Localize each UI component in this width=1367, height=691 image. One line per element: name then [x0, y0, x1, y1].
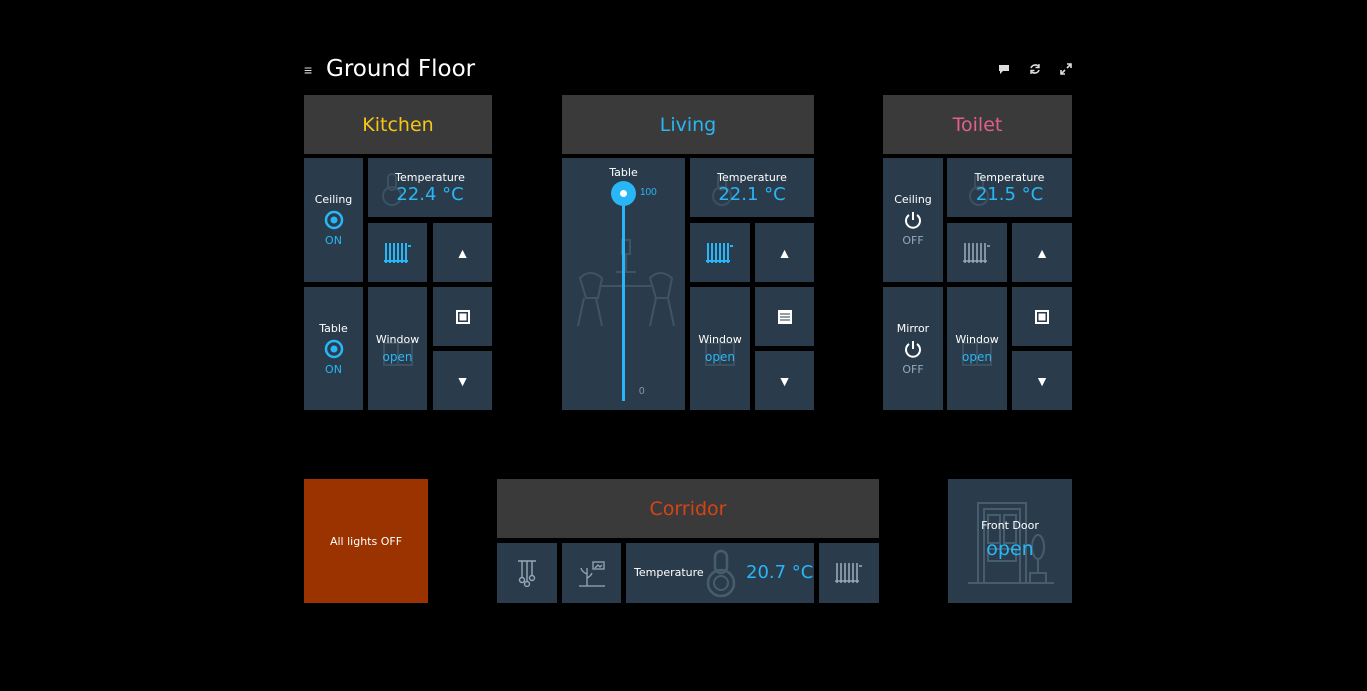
kitchen-temperature-label: Temperature	[395, 170, 465, 184]
thermometer-icon	[706, 549, 736, 598]
radiator-icon	[383, 242, 411, 263]
front-door-tile: Front Door open	[948, 479, 1072, 603]
front-door-state: open	[986, 538, 1034, 560]
arrow-up-icon: ▲	[455, 244, 470, 261]
stop-square-icon	[1035, 309, 1049, 324]
arrow-down-icon: ▼	[1035, 372, 1049, 389]
living-temperature-label: Temperature	[717, 170, 787, 184]
kitchen-blinds-down-button[interactable]: ▼	[433, 351, 492, 410]
arrow-down-icon: ▼	[455, 372, 470, 389]
toilet-temperature-value: 21.5 °C	[975, 183, 1044, 205]
toilet-title: Toilet	[952, 113, 1003, 136]
kitchen-table-label: Table	[319, 321, 348, 335]
arrow-up-icon: ▲	[777, 244, 792, 261]
kitchen-heating[interactable]	[368, 223, 427, 282]
toilet-mirror-state: OFF	[902, 362, 924, 376]
kitchen-temperature: Temperature 22.4 °C	[368, 158, 492, 217]
slider-min-label: 0	[639, 386, 645, 397]
corridor-temperature-value: 20.7 °C	[746, 562, 814, 583]
kitchen-header: Kitchen	[304, 95, 492, 154]
toilet-blinds-down-button[interactable]: ▼	[1012, 351, 1072, 410]
corridor-pendant-light[interactable]	[497, 543, 557, 603]
kitchen-temperature-value: 22.4 °C	[396, 183, 464, 205]
radiator-icon	[835, 563, 862, 583]
corridor-temperature-label: Temperature	[634, 566, 704, 579]
corridor-header: Corridor	[497, 479, 879, 538]
fullscreen-icon[interactable]	[1059, 62, 1073, 76]
slider-handle[interactable]	[611, 181, 636, 206]
kitchen-window-state: open	[382, 350, 413, 364]
plant-picture-icon	[578, 561, 605, 587]
toilet-window: Window open	[947, 287, 1007, 410]
radiator-icon	[963, 242, 990, 263]
corridor-temperature: Temperature 20.7 °C	[626, 543, 814, 603]
refresh-icon[interactable]	[1028, 62, 1042, 76]
all-lights-off-button[interactable]: All lights OFF	[304, 479, 428, 603]
toilet-heating[interactable]	[947, 223, 1007, 282]
toilet-ceiling-label: Ceiling	[894, 193, 932, 206]
living-table-label: Table	[609, 166, 638, 179]
power-icon	[905, 340, 921, 358]
slider-max-label: 100	[640, 187, 657, 198]
living-blinds-down-button[interactable]: ▼	[755, 351, 814, 410]
toilet-header: Toilet	[883, 95, 1072, 154]
kitchen-table-state: ON	[325, 362, 342, 376]
toilet-window-state: open	[962, 350, 992, 364]
toilet-temperature-label: Temperature	[974, 170, 1045, 184]
living-header: Living	[562, 95, 814, 154]
lightbulb-on-icon	[324, 210, 343, 230]
kitchen-table-light[interactable]: Table ON	[304, 287, 363, 410]
kitchen-ceiling-label: Ceiling	[314, 193, 353, 206]
toilet-mirror-label: Mirror	[896, 321, 930, 335]
radiator-icon	[706, 242, 733, 263]
arrow-down-icon: ▼	[777, 372, 792, 389]
kitchen-window-label: Window	[375, 333, 420, 346]
living-window: Window open	[690, 287, 750, 410]
living-temperature: Temperature 22.1 °C	[690, 158, 814, 217]
kitchen-blinds-stop-button[interactable]	[433, 287, 492, 346]
kitchen-title: Kitchen	[362, 113, 434, 136]
toilet-blinds-up-button[interactable]: ▲	[1012, 223, 1072, 282]
corridor-wall-light[interactable]	[562, 543, 621, 603]
living-temperature-value: 22.1 °C	[718, 183, 786, 205]
page-title: Ground Floor	[326, 56, 476, 82]
dining-table-icon	[577, 239, 675, 327]
lightbulb-on-icon	[324, 339, 343, 358]
toilet-temperature: Temperature 21.5 °C	[947, 158, 1072, 217]
living-table-dimmer[interactable]: Table 100 0	[562, 158, 685, 410]
living-heating[interactable]	[690, 223, 750, 282]
living-window-label: Window	[698, 333, 742, 346]
toilet-blinds-stop-button[interactable]	[1012, 287, 1072, 346]
corridor-title: Corridor	[649, 497, 727, 520]
corridor-heating[interactable]	[819, 543, 879, 603]
front-door-label: Front Door	[981, 519, 1039, 532]
kitchen-ceiling-light[interactable]: Ceiling ON	[304, 158, 363, 282]
kitchen-window: Window open	[368, 287, 427, 410]
living-window-state: open	[705, 350, 735, 364]
kitchen-blinds-up-button[interactable]: ▲	[433, 223, 492, 282]
chat-icon[interactable]	[997, 62, 1011, 76]
kitchen-ceiling-state: ON	[325, 234, 342, 247]
pendant-lamp-icon	[518, 560, 536, 587]
stop-square-icon	[455, 309, 470, 324]
slider-track[interactable]	[622, 193, 625, 401]
toilet-window-label: Window	[955, 333, 999, 346]
power-icon	[905, 212, 921, 229]
living-blinds-stop-button[interactable]	[755, 287, 814, 346]
toilet-ceiling-state: OFF	[902, 234, 924, 247]
toilet-mirror-light[interactable]: Mirror OFF	[883, 287, 943, 410]
shutter-icon	[777, 309, 792, 324]
arrow-up-icon: ▲	[1035, 244, 1049, 261]
living-title: Living	[659, 113, 717, 136]
toilet-ceiling-light[interactable]: Ceiling OFF	[883, 158, 943, 282]
living-blinds-up-button[interactable]: ▲	[755, 223, 814, 282]
all-lights-off-label: All lights OFF	[329, 534, 403, 548]
menu-icon[interactable]: ≡	[304, 62, 312, 78]
